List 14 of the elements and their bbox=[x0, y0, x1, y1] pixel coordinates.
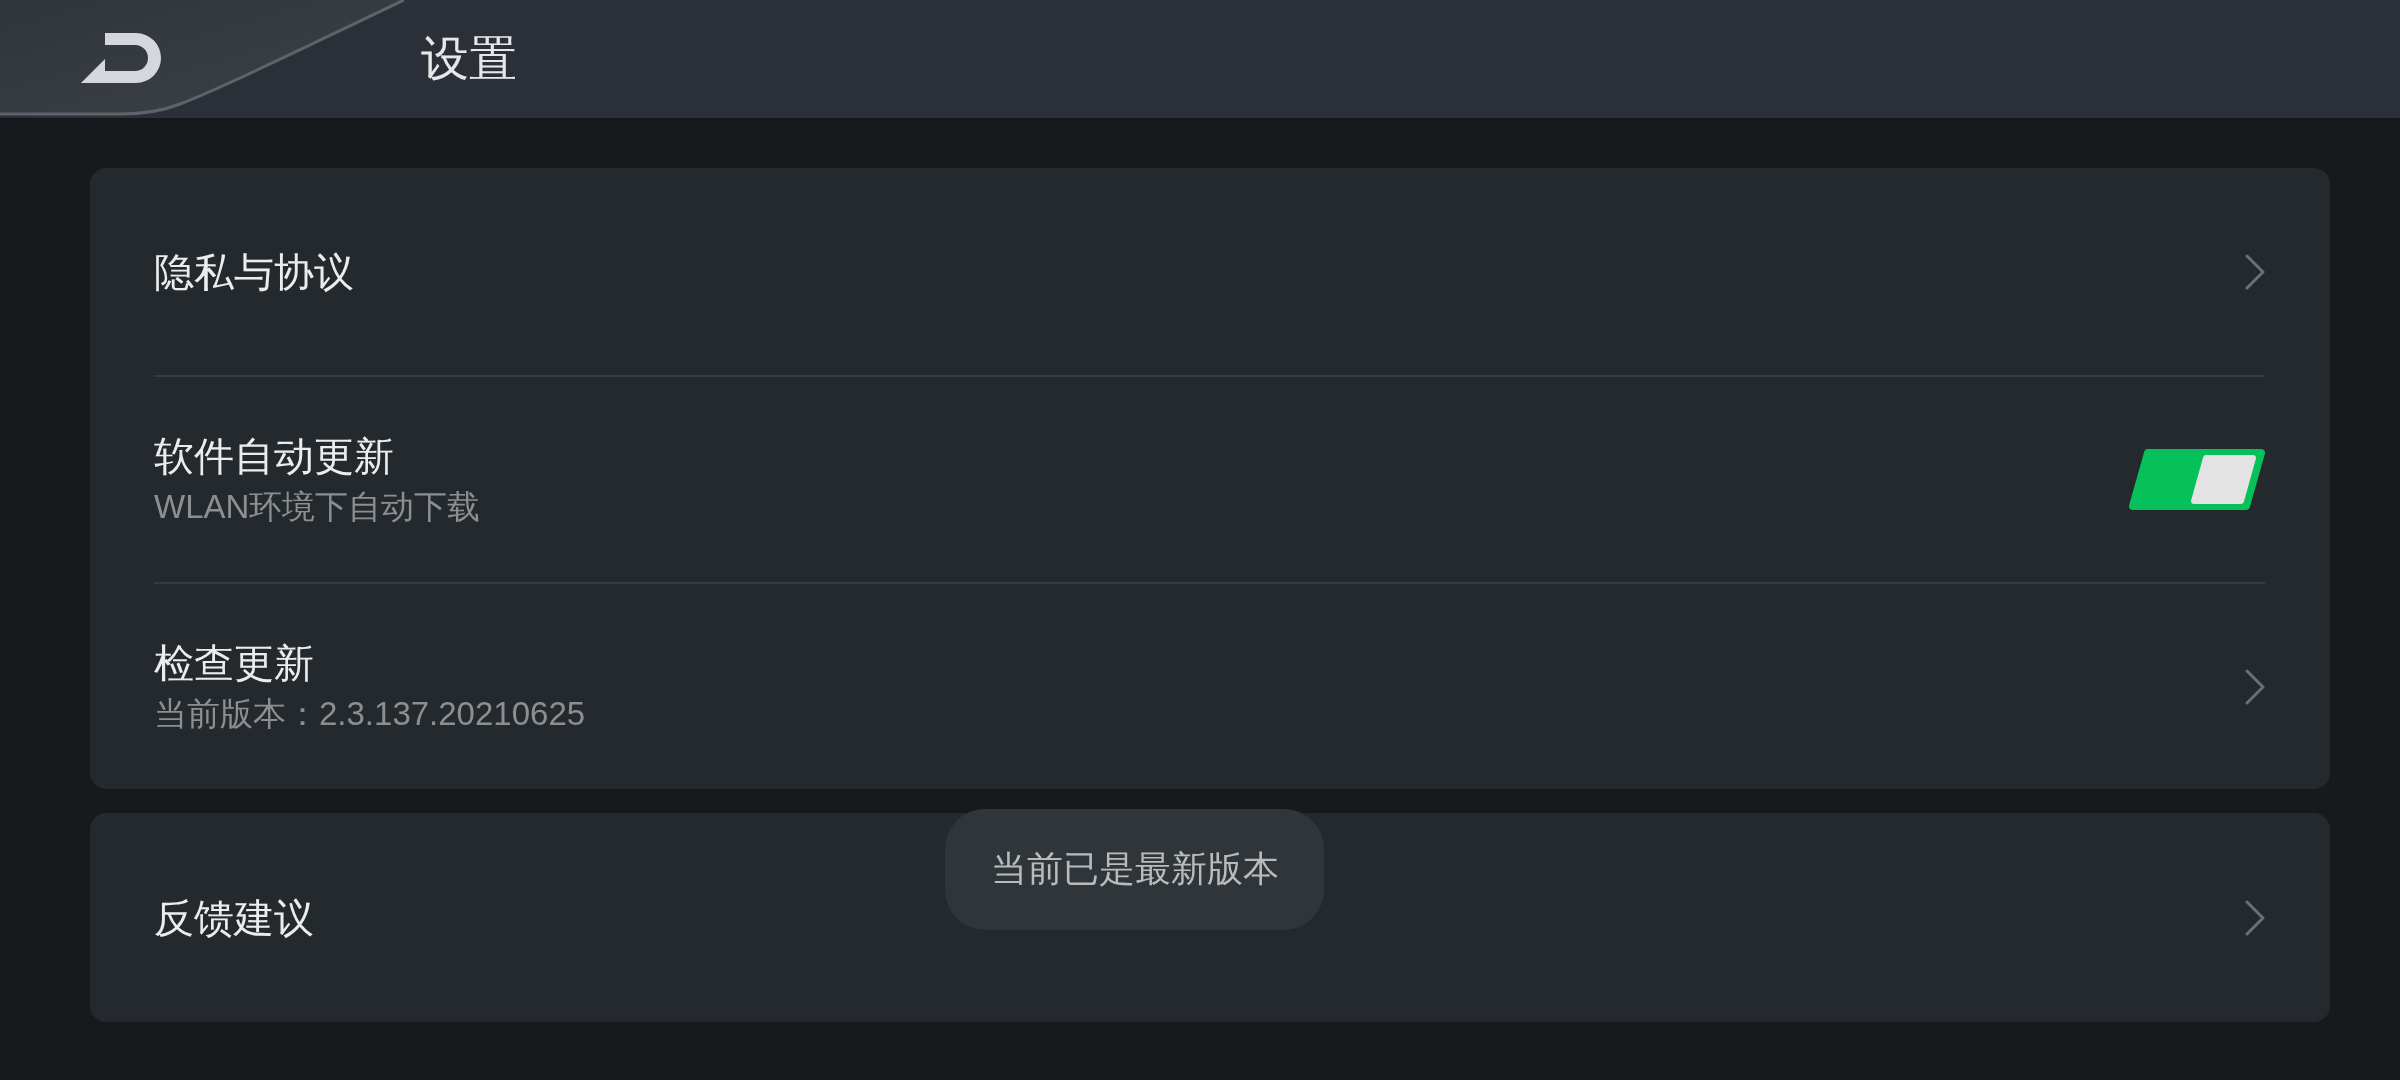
setting-title: 隐私与协议 bbox=[154, 248, 354, 296]
setting-title: 软件自动更新 bbox=[154, 432, 395, 480]
chevron-right-icon[interactable] bbox=[2245, 253, 2265, 290]
setting-subtitle: 当前版本：2.3.137.20210625 bbox=[154, 693, 586, 734]
chevron-right-icon[interactable] bbox=[2245, 668, 2265, 705]
back-button[interactable] bbox=[0, 0, 404, 118]
page-title: 设置 bbox=[420, 31, 517, 87]
toast-message: 当前已是最新版本 bbox=[945, 809, 1324, 930]
back-icon bbox=[81, 33, 161, 83]
setting-title: 反馈建议 bbox=[154, 894, 314, 942]
setting-title: 检查更新 bbox=[154, 639, 315, 687]
toggle-switch[interactable] bbox=[2129, 449, 2265, 510]
chevron-right-icon[interactable] bbox=[2245, 899, 2265, 936]
setting-subtitle: WLAN环境下自动下载 bbox=[154, 486, 481, 527]
